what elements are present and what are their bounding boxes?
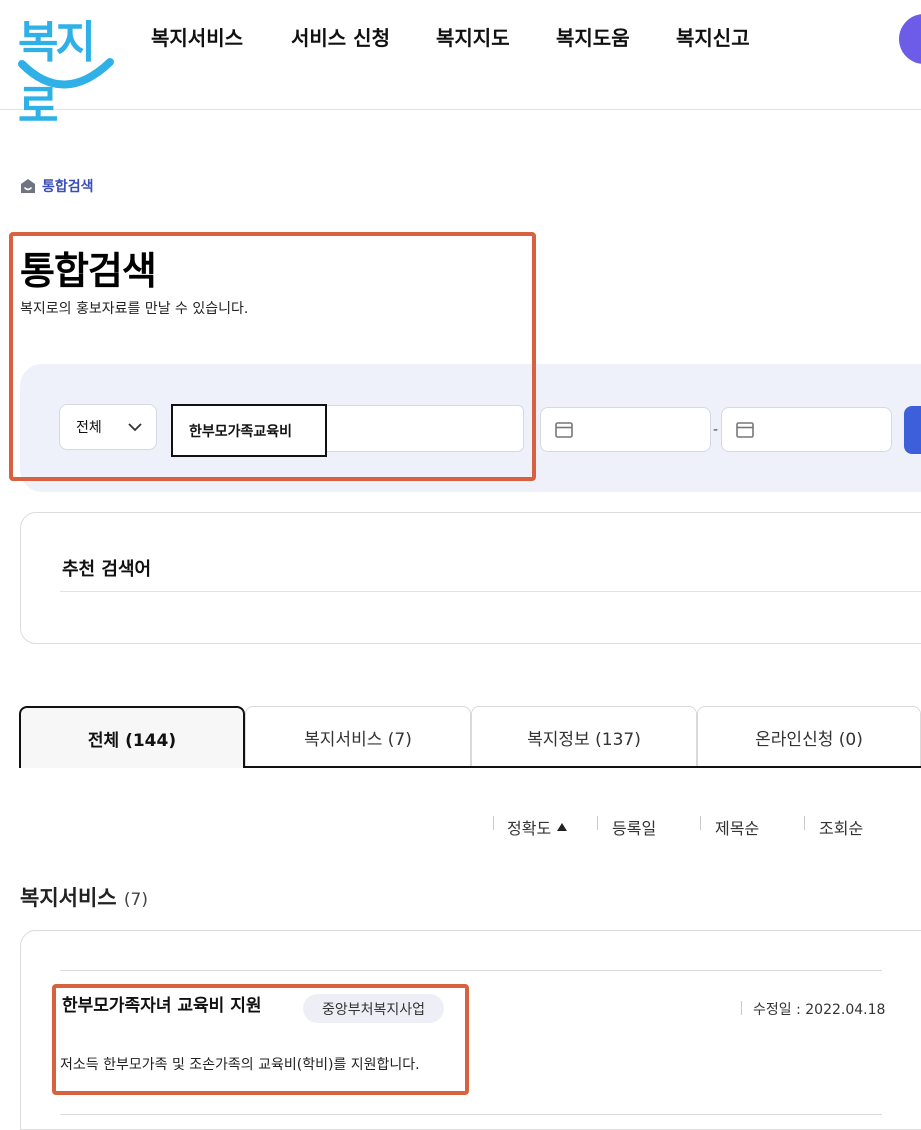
result-modified-date: 수정일 : 2022.04.18 [753,999,885,1019]
tab-all[interactable]: 전체 (144) [19,706,245,768]
section-title-label: 복지서비스 [20,886,117,910]
triangle-up-icon [557,823,568,831]
category-select[interactable]: 전체 [59,404,157,450]
tab-welfare-info[interactable]: 복지정보 (137) [471,706,697,768]
tab-welfare-service[interactable]: 복지서비스 (7) [245,706,471,768]
nav-service-apply[interactable]: 서비스 신청 [291,22,390,51]
nav-welfare-service[interactable]: 복지서비스 [151,22,243,51]
calendar-icon [736,421,754,438]
results-card [20,930,921,1130]
site-header: 복지로 복지서비스 서비스 신청 복지지도 복지도움 복지신고 [0,0,921,132]
sort-accuracy[interactable]: 정확도 [507,815,568,839]
sort-accuracy-label: 정확도 [507,819,552,838]
result-description: 저소득 한부모가족 및 조손가족의 교육비(학비)를 지원합니다. [60,1057,420,1073]
sort-separator [700,816,701,830]
category-select-value: 전체 [76,420,102,436]
date-range-separator: - [713,422,719,438]
sort-separator [804,816,805,830]
sort-separator [493,816,494,830]
modified-date-value: 2022.04.18 [805,1002,886,1018]
page-subtitle: 복지로의 홍보자료를 만날 수 있습니다. [20,301,249,317]
home-icon[interactable] [20,178,36,194]
sort-registered[interactable]: 등록일 [612,815,656,839]
recommended-keywords-title: 추천 검색어 [62,559,152,580]
profile-button[interactable] [899,14,921,64]
modified-date-label: 수정일 [753,1002,792,1018]
sort-title[interactable]: 제목순 [715,815,759,839]
calendar-icon [555,421,573,438]
divider [60,1114,882,1115]
breadcrumb-current[interactable]: 통합검색 [42,176,94,196]
divider [60,591,921,592]
end-date-field[interactable] [721,407,892,452]
result-title[interactable]: 한부모가족자녀 교육비 지원 [62,991,262,1016]
section-title: 복지서비스 (7) [20,882,148,912]
smile-icon [18,58,114,89]
nav-welfare-map[interactable]: 복지지도 [436,22,510,51]
recommended-keywords-card [20,512,921,644]
search-button[interactable] [904,406,921,454]
sort-separator [597,816,598,830]
section-count: (7) [123,890,149,910]
search-input-value: 한부모가족교육비 [189,423,293,440]
page-title: 통합검색 [20,249,157,293]
date-separator [741,1001,742,1015]
nav-welfare-help[interactable]: 복지도움 [556,22,630,51]
category-badge: 중앙부처복지사업 [303,994,444,1023]
logo[interactable]: 복지로 [14,6,114,132]
divider [60,970,882,971]
sort-views[interactable]: 조회순 [819,815,863,839]
modified-date-colon: : [796,1002,806,1018]
tabs-underline [244,766,921,768]
start-date-field[interactable] [540,407,711,452]
nav-welfare-report[interactable]: 복지신고 [676,22,750,51]
chevron-down-icon [128,422,142,431]
search-input[interactable]: 한부모가족교육비 [171,404,327,457]
tab-online-apply[interactable]: 온라인신청 (0) [697,706,921,768]
breadcrumb: 통합검색 [20,176,94,196]
